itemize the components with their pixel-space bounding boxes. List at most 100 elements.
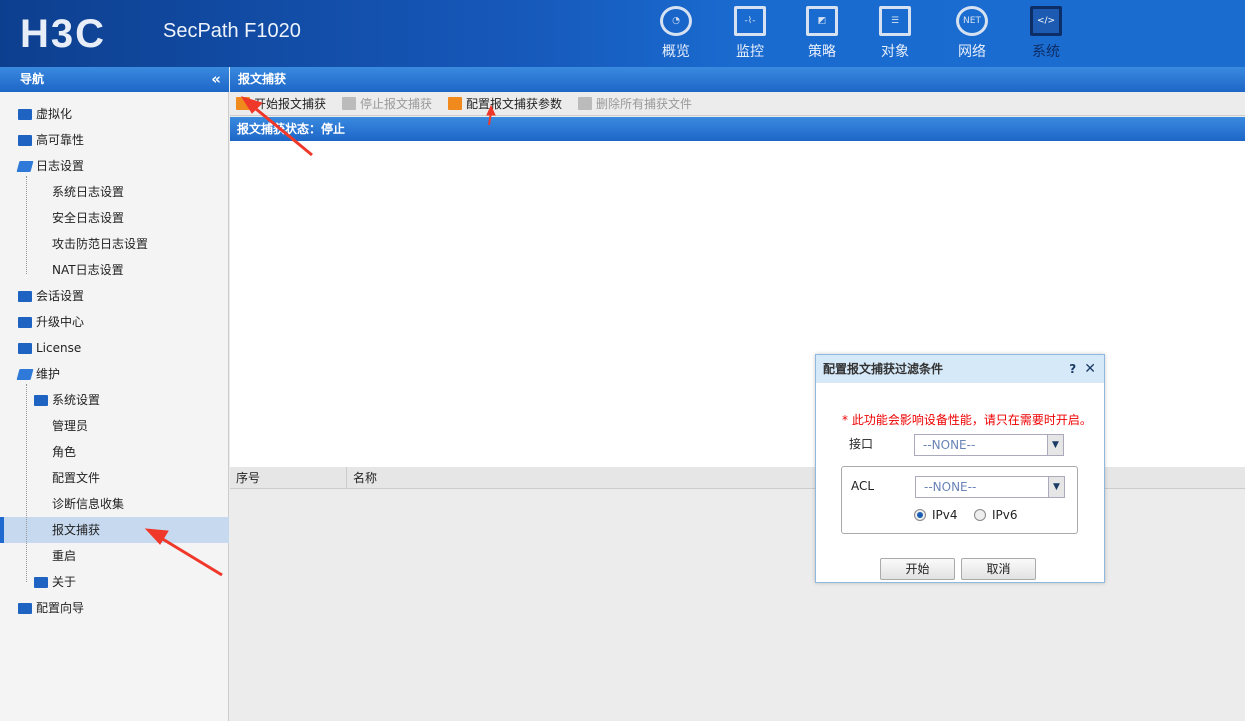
folder-icon [18,602,32,614]
sidebar-header: 导航 « [0,67,229,92]
close-icon[interactable]: ✕ [1084,361,1096,377]
delete-captures-button[interactable]: 删除所有捕获文件 [578,95,692,112]
sidebar-item[interactable]: 诊断信息收集 [0,491,229,517]
nav-label: 网络 [958,44,986,60]
sidebar-item-label: License [36,341,82,355]
folder-icon [18,134,32,146]
start-button[interactable]: 开始 [880,558,955,580]
sidebar-title: 导航 [20,72,45,86]
folder-icon [18,290,32,302]
sidebar-item[interactable]: 高可靠性 [0,127,229,153]
sidebar-item[interactable]: NAT日志设置 [0,257,229,283]
cancel-button[interactable]: 取消 [961,558,1036,580]
sidebar-item-label: 安全日志设置 [52,211,125,225]
sidebar-item[interactable]: 会话设置 [0,283,229,309]
folder-open-icon [16,368,34,380]
interface-select[interactable]: --NONE-- ▼ [914,434,1064,456]
ipv6-radio[interactable]: IPv6 [974,508,1018,522]
sidebar-item[interactable]: 系统日志设置 [0,179,229,205]
sidebar-item[interactable]: 报文捕获 [0,517,229,543]
sidebar-item[interactable]: 日志设置 [0,153,229,179]
sidebar-item-label: 高可靠性 [36,133,85,147]
collapse-sidebar-icon[interactable]: « [211,67,221,92]
folder-icon [34,576,48,588]
nav-system[interactable]: </> 系统 [1016,6,1076,61]
folder-icon [18,108,32,120]
sidebar-item-label: 诊断信息收集 [52,497,125,511]
header: H3C SecPath F1020 ◔ 概览 -⌇- 监控 ◩ 策略 ☰ 对象 NET 网… [0,0,1245,67]
sidebar-item[interactable]: 重启 [0,543,229,569]
sidebar-item[interactable]: 攻击防范日志设置 [0,231,229,257]
sidebar-item[interactable]: 配置文件 [0,465,229,491]
button-label: 开始报文捕获 [254,97,327,111]
folder-icon [18,316,32,328]
column-index[interactable]: 序号 [230,467,347,488]
chevron-down-icon: ▼ [1047,435,1063,455]
capture-filter-dialog: 配置报文捕获过滤条件 ? ✕ * 此功能会影响设备性能，请只在需要时开启。 接口 … [815,354,1105,583]
nav-label: 监控 [736,44,764,60]
start-capture-button[interactable]: 开始报文捕获 [236,95,326,112]
start-capture-icon [236,97,250,110]
sidebar-item[interactable]: License [0,335,229,361]
nav-policy[interactable]: ◩ 策略 [792,6,852,61]
performance-warning: * 此功能会影响设备性能，请只在需要时开启。 [842,413,1092,427]
radio-checked-icon [914,509,926,521]
configure-capture-icon [448,97,463,110]
sidebar-item-label: 攻击防范日志设置 [52,237,149,251]
stop-capture-icon [342,97,357,110]
server-stack-icon: ☰ [879,6,911,36]
acl-select[interactable]: --NONE-- ▼ [915,476,1065,498]
select-value: --NONE-- [924,480,977,494]
sidebar-item-label: 系统日志设置 [52,185,125,199]
sidebar-item-label: NAT日志设置 [52,263,124,277]
nav-label: 系统 [1032,44,1060,60]
nav-object[interactable]: ☰ 对象 [865,6,925,61]
shield-icon: ◩ [806,6,838,36]
sidebar-item[interactable]: 虚拟化 [0,101,229,127]
sidebar-item-label: 报文捕获 [52,523,101,537]
sidebar-item-label: 角色 [52,445,77,459]
dialog-title: 配置报文捕获过滤条件 [823,362,944,376]
nav-network[interactable]: NET 网络 [942,6,1002,61]
trash-icon [578,97,593,110]
column-name[interactable]: 名称 [347,467,1245,488]
help-icon[interactable]: ? [1069,362,1076,376]
nav-label: 对象 [881,44,909,60]
radio-label: IPv4 [932,508,958,522]
stop-capture-button[interactable]: 停止报文捕获 [342,95,432,112]
sidebar-item[interactable]: 维护 [0,361,229,387]
code-window-icon: </> [1030,6,1062,36]
sidebar-item[interactable]: 管理员 [0,413,229,439]
sidebar-item[interactable]: 角色 [0,439,229,465]
radio-unchecked-icon [974,509,986,521]
nav-monitor[interactable]: -⌇- 监控 [720,6,780,61]
sidebar-item-label: 日志设置 [36,159,85,173]
h3c-logo: H3C [20,12,107,56]
button-label: 删除所有捕获文件 [596,97,693,111]
interface-label: 接口 [849,437,874,451]
sidebar-item[interactable]: 配置向导 [0,595,229,621]
dashboard-gauge-icon: ◔ [660,6,692,36]
tree-line [26,384,27,582]
sidebar-item[interactable]: 升级中心 [0,309,229,335]
folder-icon [34,394,48,406]
sidebar-item-label: 重启 [52,549,77,563]
sidebar-item-label: 配置向导 [36,601,85,615]
nav-label: 策略 [808,44,836,60]
sidebar-item-label: 会话设置 [36,289,85,303]
monitor-icon: -⌇- [734,6,766,36]
nav-overview[interactable]: ◔ 概览 [646,6,706,61]
sidebar-item[interactable]: 系统设置 [0,387,229,413]
configure-capture-button[interactable]: 配置报文捕获参数 [448,95,562,112]
internet-globe-icon: NET [956,6,988,36]
sidebar-item[interactable]: 安全日志设置 [0,205,229,231]
sidebar-item-label: 系统设置 [52,393,101,407]
page-title: 报文捕获 [230,67,1245,92]
ipv4-radio[interactable]: IPv4 [914,508,958,522]
acl-group: ACL --NONE-- ▼ IPv4 IPv6 [841,466,1078,534]
chevron-down-icon: ▼ [1048,477,1064,497]
sidebar-item[interactable]: 关于 [0,569,229,595]
tree-line [26,176,27,274]
acl-label: ACL [851,479,875,493]
radio-label: IPv6 [992,508,1018,522]
